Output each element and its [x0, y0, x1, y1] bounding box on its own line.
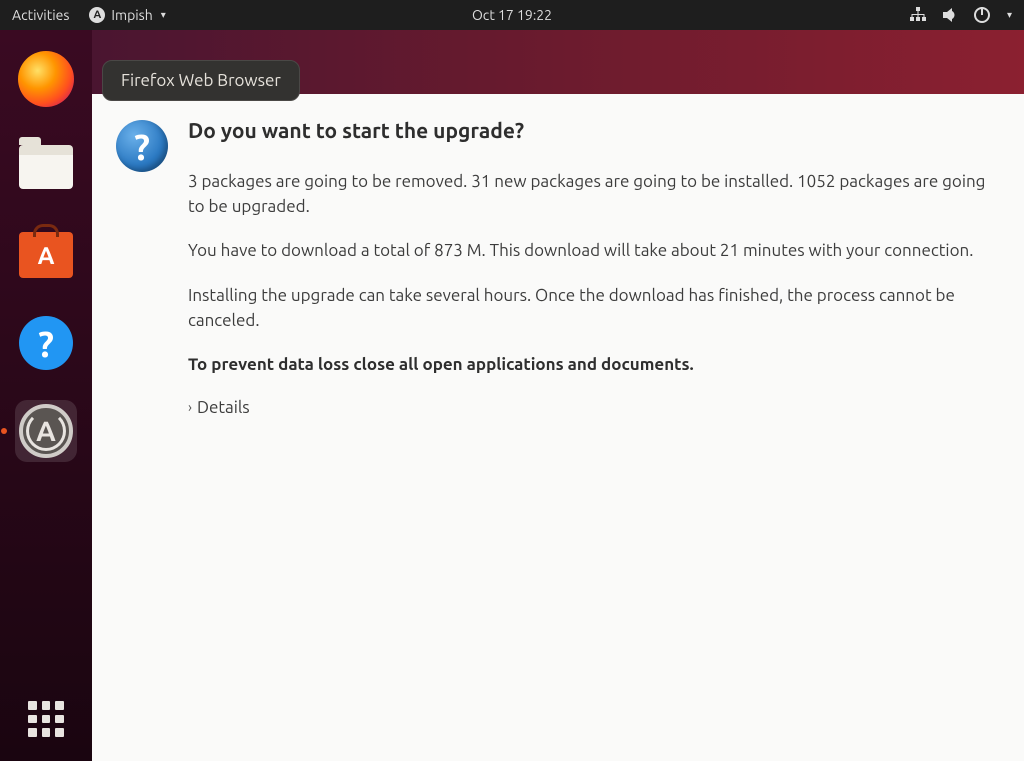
app-menu-icon: A [89, 7, 105, 23]
dock-item-software-center[interactable]: A [15, 224, 77, 286]
chevron-down-icon: ▾ [161, 9, 166, 21]
upgrade-dialog: ? Do you want to start the upgrade? 3 pa… [92, 94, 1024, 761]
dialog-paragraph-download: You have to download a total of 873 M. T… [188, 239, 990, 264]
clock[interactable]: Oct 17 19:22 [472, 7, 552, 23]
top-bar: Activities A Impish ▾ Oct 17 19:22 ▾ [0, 0, 1024, 30]
files-icon [19, 145, 73, 189]
network-icon[interactable] [909, 6, 927, 24]
dock-item-software-updater[interactable]: A [15, 400, 77, 462]
details-expander[interactable]: › Details [188, 398, 990, 417]
software-updater-icon: A [19, 404, 73, 458]
power-icon[interactable] [973, 6, 991, 24]
dock-tooltip: Firefox Web Browser [102, 60, 300, 101]
question-icon: ? [116, 120, 168, 172]
dock-item-help[interactable]: ? [15, 312, 77, 374]
app-menu-label: Impish [111, 7, 152, 23]
dialog-content: Do you want to start the upgrade? 3 pack… [188, 118, 1000, 761]
app-menu[interactable]: A Impish ▾ [89, 7, 165, 23]
chevron-right-icon: › [188, 399, 192, 415]
activities-button[interactable]: Activities [12, 7, 69, 23]
dock-item-firefox[interactable] [15, 48, 77, 110]
dialog-warning: To prevent data loss close all open appl… [188, 353, 990, 378]
dock: A ? A [0, 30, 92, 761]
volume-icon[interactable] [941, 6, 959, 24]
dock-item-files[interactable] [15, 136, 77, 198]
software-center-icon: A [19, 232, 73, 278]
dialog-paragraph-install: Installing the upgrade can take several … [188, 284, 990, 333]
system-menu-chevron-icon[interactable]: ▾ [1007, 9, 1012, 21]
window-area: Firefox Web Browser ? Do you want to sta… [92, 30, 1024, 761]
help-icon: ? [19, 316, 73, 370]
firefox-icon [18, 51, 74, 107]
dialog-paragraph-packages: 3 packages are going to be removed. 31 n… [188, 170, 990, 219]
show-applications-button[interactable] [28, 701, 64, 737]
details-label: Details [197, 398, 250, 417]
dialog-title: Do you want to start the upgrade? [188, 118, 990, 142]
